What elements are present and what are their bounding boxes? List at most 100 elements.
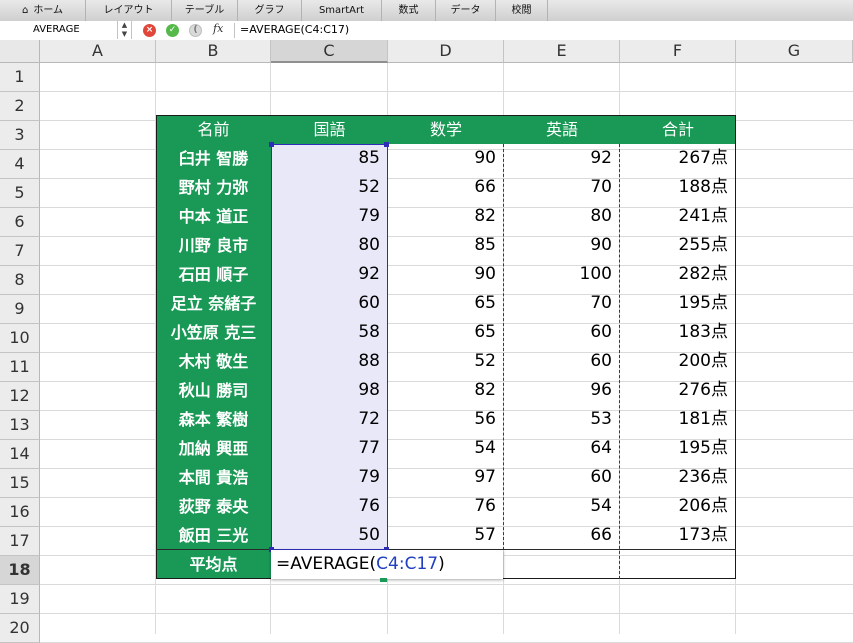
name-cell[interactable]: 飯田 三光 xyxy=(156,521,271,550)
eigo-cell[interactable]: 64 xyxy=(504,434,620,463)
name-cell[interactable]: 木村 敬生 xyxy=(156,347,271,376)
column-header-a[interactable]: A xyxy=(40,40,156,63)
select-all-corner[interactable] xyxy=(0,40,40,63)
column-header-g[interactable]: G xyxy=(736,40,853,63)
row-header-4[interactable]: 4 xyxy=(0,150,40,179)
eigo-cell[interactable]: 60 xyxy=(504,318,620,347)
tab-table[interactable]: テーブル xyxy=(172,0,238,21)
total-cell[interactable]: 236点 xyxy=(620,463,736,492)
total-cell[interactable]: 276点 xyxy=(620,376,736,405)
eigo-cell[interactable]: 92 xyxy=(504,144,620,173)
total-cell[interactable]: 255点 xyxy=(620,231,736,260)
row-header-15[interactable]: 15 xyxy=(0,469,40,498)
header-cell-sugaku[interactable]: 数学 xyxy=(388,115,504,144)
formula-input[interactable]: =AVERAGE(C4:C17) xyxy=(240,22,349,38)
eigo-cell[interactable]: 96 xyxy=(504,376,620,405)
sugaku-cell[interactable]: 82 xyxy=(388,376,504,405)
eigo-cell[interactable]: 54 xyxy=(504,492,620,521)
active-cell-editor[interactable]: =AVERAGE(C4:C17) xyxy=(271,550,503,579)
row-header-10[interactable]: 10 xyxy=(0,324,40,353)
name-cell[interactable]: 森本 繁樹 xyxy=(156,405,271,434)
row-header-7[interactable]: 7 xyxy=(0,237,40,266)
sugaku-cell[interactable]: 76 xyxy=(388,492,504,521)
name-cell[interactable]: 野村 力弥 xyxy=(156,173,271,202)
total-cell[interactable]: 241点 xyxy=(620,202,736,231)
eigo-cell[interactable]: 66 xyxy=(504,521,620,550)
selected-range-c4-c17[interactable] xyxy=(271,144,388,550)
tab-formulas[interactable]: 数式 xyxy=(382,0,436,21)
tab-review[interactable]: 校閲 xyxy=(496,0,548,21)
row-header-1[interactable]: 1 xyxy=(0,63,40,92)
name-cell[interactable]: 小笠原 克三 xyxy=(156,318,271,347)
tab-smartart[interactable]: SmartArt xyxy=(302,0,382,21)
header-cell-name[interactable]: 名前 xyxy=(156,115,271,144)
total-cell[interactable]: 188点 xyxy=(620,173,736,202)
column-header-b[interactable]: B xyxy=(156,40,271,63)
average-label-cell[interactable]: 平均点 xyxy=(156,550,271,579)
name-cell[interactable]: 足立 奈緒子 xyxy=(156,289,271,318)
row-header-14[interactable]: 14 xyxy=(0,440,40,469)
row-header-11[interactable]: 11 xyxy=(0,353,40,382)
row-header-6[interactable]: 6 xyxy=(0,208,40,237)
name-cell[interactable]: 臼井 智勝 xyxy=(156,144,271,173)
column-header-d[interactable]: D xyxy=(388,40,504,63)
name-box-stepper-icon[interactable]: ▲ ▼ xyxy=(118,21,132,39)
name-cell[interactable]: 加納 興亜 xyxy=(156,434,271,463)
eigo-cell[interactable]: 60 xyxy=(504,347,620,376)
eigo-cell[interactable]: 90 xyxy=(504,231,620,260)
eigo-cell[interactable]: 100 xyxy=(504,260,620,289)
column-header-e[interactable]: E xyxy=(504,40,620,63)
sugaku-cell[interactable]: 65 xyxy=(388,289,504,318)
row-header-5[interactable]: 5 xyxy=(0,179,40,208)
fill-handle[interactable] xyxy=(380,578,387,582)
sugaku-cell[interactable]: 66 xyxy=(388,173,504,202)
sugaku-cell[interactable]: 65 xyxy=(388,318,504,347)
column-header-c[interactable]: C xyxy=(271,40,388,63)
selection-handle[interactable] xyxy=(384,142,389,147)
row-header-8[interactable]: 8 xyxy=(0,266,40,295)
name-box[interactable]: AVERAGE xyxy=(0,21,118,39)
sugaku-cell[interactable]: 97 xyxy=(388,463,504,492)
sugaku-cell[interactable]: 52 xyxy=(388,347,504,376)
eigo-cell[interactable]: 80 xyxy=(504,202,620,231)
name-cell[interactable]: 中本 道正 xyxy=(156,202,271,231)
name-cell[interactable]: 本間 貴浩 xyxy=(156,463,271,492)
row-header-13[interactable]: 13 xyxy=(0,411,40,440)
eigo-cell[interactable]: 70 xyxy=(504,173,620,202)
sugaku-cell[interactable]: 85 xyxy=(388,231,504,260)
name-cell[interactable]: 石田 順子 xyxy=(156,260,271,289)
eigo-cell[interactable]: 60 xyxy=(504,463,620,492)
tab-data[interactable]: データ xyxy=(436,0,496,21)
selection-handle[interactable] xyxy=(269,142,274,147)
confirm-icon[interactable]: ✓ xyxy=(166,24,179,37)
total-cell[interactable]: 195点 xyxy=(620,434,736,463)
row-header-16[interactable]: 16 xyxy=(0,498,40,527)
sugaku-cell[interactable]: 90 xyxy=(388,144,504,173)
row-header-18[interactable]: 18 xyxy=(0,556,40,585)
cancel-icon[interactable]: × xyxy=(143,24,156,37)
sugaku-cell[interactable]: 56 xyxy=(388,405,504,434)
tab-layout[interactable]: レイアウト xyxy=(86,0,172,21)
tab-chart[interactable]: グラフ xyxy=(238,0,302,21)
header-cell-total[interactable]: 合計 xyxy=(620,115,736,144)
row-header-12[interactable]: 12 xyxy=(0,382,40,411)
total-cell[interactable]: 200点 xyxy=(620,347,736,376)
sugaku-cell[interactable]: 54 xyxy=(388,434,504,463)
row-header-19[interactable]: 19 xyxy=(0,585,40,614)
sugaku-cell[interactable]: 57 xyxy=(388,521,504,550)
header-cell-kokugo[interactable]: 国語 xyxy=(271,115,388,144)
total-cell[interactable]: 181点 xyxy=(620,405,736,434)
row-header-17[interactable]: 17 xyxy=(0,527,40,556)
name-cell[interactable]: 川野 良市 xyxy=(156,231,271,260)
sugaku-cell[interactable]: 90 xyxy=(388,260,504,289)
row-header-2[interactable]: 2 xyxy=(0,92,40,121)
total-cell[interactable]: 173点 xyxy=(620,521,736,550)
sugaku-cell[interactable]: 82 xyxy=(388,202,504,231)
row-header-9[interactable]: 9 xyxy=(0,295,40,324)
header-cell-eigo[interactable]: 英語 xyxy=(504,115,620,144)
name-cell[interactable]: 秋山 勝司 xyxy=(156,376,271,405)
total-cell[interactable]: 206点 xyxy=(620,492,736,521)
total-cell[interactable]: 183点 xyxy=(620,318,736,347)
eigo-cell[interactable]: 53 xyxy=(504,405,620,434)
row-header-20[interactable]: 20 xyxy=(0,614,40,643)
